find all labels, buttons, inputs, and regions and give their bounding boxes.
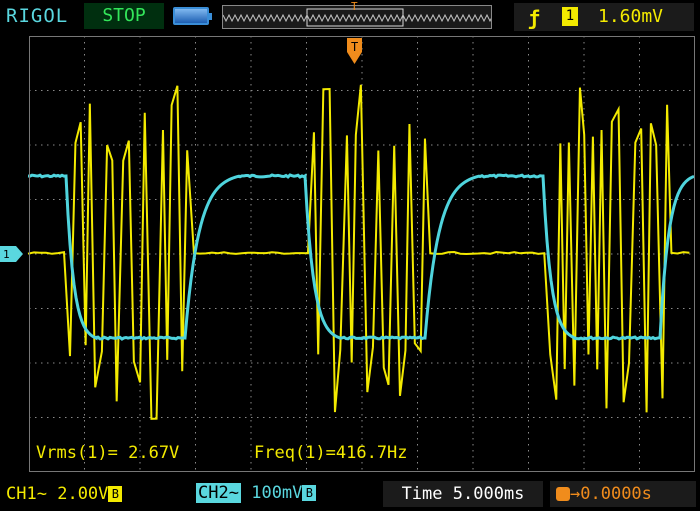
measurement-freq: Freq(1)=416.7Hz xyxy=(254,443,408,463)
ch2-coupling: ~ xyxy=(228,483,239,503)
graticule-frame xyxy=(29,36,695,472)
ch1-ground-marker[interactable]: 1 xyxy=(0,246,23,262)
ch1-settings[interactable]: CH1~ 2.00V B xyxy=(6,484,123,504)
ch1-bandwidth-limit-icon: B xyxy=(108,486,123,502)
ch2-scale: 100mV xyxy=(251,483,303,503)
ch1-label: CH1 xyxy=(6,484,37,504)
trigger-offset-setting[interactable]: →0.0000s xyxy=(550,481,696,507)
trigger-offset-icon xyxy=(556,487,570,501)
trigger-marker-top: T xyxy=(351,0,358,13)
timebase-label: Time xyxy=(401,484,443,504)
trigger-offset-value: 0.0000s xyxy=(580,484,652,504)
ch2-bandwidth-limit-icon: B xyxy=(302,485,317,501)
timebase-value: 5.000ms xyxy=(452,484,525,504)
ch2-settings[interactable]: CH2~ 100mV B xyxy=(196,483,317,505)
timebase-setting[interactable]: Time 5.000ms xyxy=(383,481,543,507)
trigger-offset-arrow: → xyxy=(570,484,581,504)
ch1-coupling: ~ xyxy=(36,484,47,504)
ch2-label: CH2 xyxy=(198,483,229,503)
ch2-tag: CH2~ xyxy=(196,483,241,503)
ground-marker-label: 1 xyxy=(3,248,10,261)
bottom-status-bar: CH1~ 2.00V B CH2~ 100mV B Time 5.000ms →0.… xyxy=(0,477,700,511)
measurement-vrms: Vrms(1)= 2.67V xyxy=(36,443,180,463)
ch1-scale: 2.00V xyxy=(57,484,109,504)
